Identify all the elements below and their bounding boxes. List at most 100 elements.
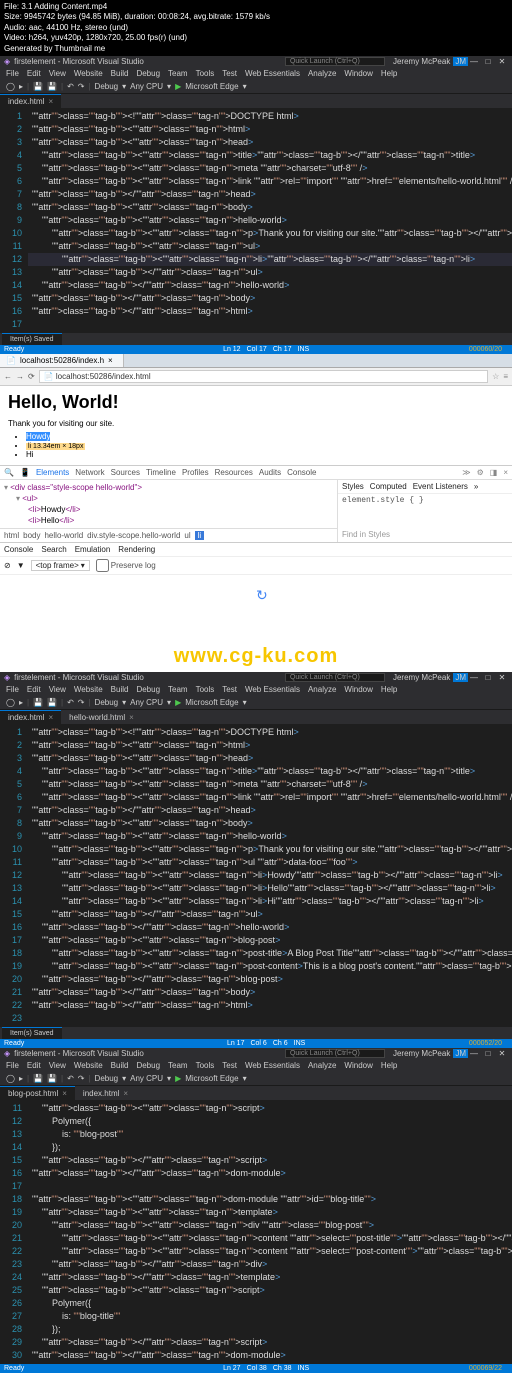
menu-icon[interactable]: ≡ xyxy=(503,372,508,381)
menu-file[interactable]: File xyxy=(6,69,19,78)
settings-icon[interactable]: ⚙ xyxy=(477,468,484,477)
quick-launch[interactable]: Quick Launch (Ctrl+Q) xyxy=(285,673,385,682)
browser-select[interactable]: Microsoft Edge xyxy=(185,82,238,91)
main-menu[interactable]: FileEditViewWebsiteBuildDebugTeamToolsTe… xyxy=(0,683,512,696)
nav-back-icon[interactable]: ◯ xyxy=(6,82,15,91)
save-icon[interactable]: 💾 xyxy=(33,698,43,707)
console-body[interactable]: ↻ xyxy=(0,575,512,635)
tab-close-icon[interactable]: × xyxy=(62,1089,67,1098)
tab-blog-post[interactable]: blog-post.html× xyxy=(0,1086,75,1100)
dt-tab-sources[interactable]: Sources xyxy=(111,468,140,477)
dt-tab-elements[interactable]: Elements xyxy=(36,468,69,477)
dt-tab-audits[interactable]: Audits xyxy=(259,468,281,477)
saveall-icon[interactable]: 💾 xyxy=(47,82,57,91)
output-tab-saved[interactable]: Item(s) Saved xyxy=(2,1027,62,1039)
dt-tab-resources[interactable]: Resources xyxy=(215,468,253,477)
computed-tab[interactable]: Computed xyxy=(370,482,407,491)
tab-close-icon[interactable]: × xyxy=(48,713,53,722)
fwd-icon[interactable]: → xyxy=(16,372,24,381)
close-icon[interactable]: ✕ xyxy=(496,673,508,682)
quick-launch[interactable]: Quick Launch (Ctrl+Q) xyxy=(285,57,385,66)
dt-tab-console[interactable]: Console xyxy=(287,468,316,477)
menu-view[interactable]: View xyxy=(49,69,66,78)
address-bar[interactable]: 📄 localhost:50286/index.html xyxy=(39,370,488,383)
saveall-icon[interactable]: 💾 xyxy=(47,698,57,707)
debug-config[interactable]: Debug xyxy=(95,82,119,91)
listeners-tab[interactable]: Event Listeners xyxy=(413,482,468,491)
maximize-icon[interactable]: □ xyxy=(482,1049,494,1058)
save-icon[interactable]: 💾 xyxy=(33,82,43,91)
output-tab-saved[interactable]: Item(s) Saved xyxy=(2,333,62,345)
tab-hello-world[interactable]: hello-world.html× xyxy=(61,710,142,724)
minimize-icon[interactable]: — xyxy=(468,57,480,66)
user-badge[interactable]: JM xyxy=(453,1049,468,1058)
menu-debug[interactable]: Debug xyxy=(136,69,160,78)
run-button[interactable]: ▶ xyxy=(175,82,181,91)
main-menu[interactable]: File Edit View Website Build Debug Team … xyxy=(0,67,512,80)
main-menu[interactable]: FileEditViewWebsiteBuildDebugTeamToolsTe… xyxy=(0,1059,512,1072)
close-icon[interactable]: ✕ xyxy=(496,1049,508,1058)
styles-filter[interactable]: Find in Styles xyxy=(337,528,512,542)
drawer-icon[interactable]: ≫ xyxy=(462,468,470,477)
redo-icon[interactable]: ↷ xyxy=(78,82,85,91)
code-editor[interactable]: index.html× hello-world.html× 1234567891… xyxy=(0,710,512,1027)
menu-webessentials[interactable]: Web Essentials xyxy=(245,69,300,78)
rendering-tab[interactable]: Rendering xyxy=(118,545,155,554)
tab-close-icon[interactable]: × xyxy=(108,356,113,365)
more-icon[interactable]: » xyxy=(474,482,478,491)
dom-tree[interactable]: ▾ <div class="style-scope hello-world"> … xyxy=(0,480,337,528)
nav-fwd-icon[interactable]: ▸ xyxy=(19,82,23,91)
undo-icon[interactable]: ↶ xyxy=(67,698,74,707)
menu-help[interactable]: Help xyxy=(381,69,397,78)
dt-tab-timeline[interactable]: Timeline xyxy=(146,468,176,477)
menu-window[interactable]: Window xyxy=(344,69,372,78)
undo-icon[interactable]: ↶ xyxy=(67,82,74,91)
bookmark-icon[interactable]: ☆ xyxy=(492,372,499,381)
code-editor[interactable]: blog-post.html× index.html× 111213141516… xyxy=(0,1086,512,1364)
user-name[interactable]: Jeremy McPeak xyxy=(393,57,450,66)
browser-tab[interactable]: 📄 localhost:50286/index.h × xyxy=(0,354,124,367)
menu-edit[interactable]: Edit xyxy=(27,69,41,78)
menu-test[interactable]: Test xyxy=(222,69,237,78)
reload-icon[interactable]: ⟳ xyxy=(28,372,35,381)
console-tab[interactable]: Console xyxy=(4,545,33,554)
minimize-icon[interactable]: — xyxy=(468,673,480,682)
clear-icon[interactable]: ⊘ xyxy=(4,561,11,570)
menu-build[interactable]: Build xyxy=(111,69,129,78)
tab-index-html[interactable]: index.html× xyxy=(0,710,61,724)
redo-icon[interactable]: ↷ xyxy=(78,698,85,707)
menu-analyze[interactable]: Analyze xyxy=(308,69,336,78)
back-icon[interactable]: ← xyxy=(4,372,12,381)
run-button[interactable]: ▶ xyxy=(175,698,181,707)
platform-config[interactable]: Any CPU xyxy=(130,82,163,91)
menu-website[interactable]: Website xyxy=(74,69,103,78)
nav-back-icon[interactable]: ◯ xyxy=(6,698,15,707)
user-badge[interactable]: JM xyxy=(453,57,468,66)
quick-launch[interactable]: Quick Launch (Ctrl+Q) xyxy=(285,1049,385,1058)
tab-index-html[interactable]: index.html× xyxy=(0,94,61,108)
user-name[interactable]: Jeremy McPeak xyxy=(393,1049,450,1058)
dt-tab-profiles[interactable]: Profiles xyxy=(182,468,209,477)
tab-close-icon[interactable]: × xyxy=(123,1089,128,1098)
tab-index-html[interactable]: index.html× xyxy=(75,1086,136,1100)
minimize-icon[interactable]: — xyxy=(468,1049,480,1058)
maximize-icon[interactable]: □ xyxy=(482,673,494,682)
user-name[interactable]: Jeremy McPeak xyxy=(393,673,450,682)
device-icon[interactable]: 📱 xyxy=(20,468,30,477)
maximize-icon[interactable]: □ xyxy=(482,57,494,66)
close-icon[interactable]: ✕ xyxy=(496,57,508,66)
code-editor[interactable]: index.html× 1234567891011121314151617""a… xyxy=(0,94,512,333)
user-badge[interactable]: JM xyxy=(453,673,468,682)
tab-close-icon[interactable]: × xyxy=(48,97,53,106)
inspect-icon[interactable]: 🔍 xyxy=(4,468,14,477)
menu-team[interactable]: Team xyxy=(168,69,188,78)
styles-tab[interactable]: Styles xyxy=(342,482,364,491)
styles-body[interactable]: element.style { } xyxy=(338,494,512,507)
dt-tab-network[interactable]: Network xyxy=(75,468,104,477)
breadcrumb[interactable]: html body hello-world div.style-scope.he… xyxy=(0,528,337,542)
dt-close-icon[interactable]: × xyxy=(503,468,508,477)
preserve-log-checkbox[interactable]: Preserve log xyxy=(96,559,156,572)
tab-close-icon[interactable]: × xyxy=(129,713,134,722)
dock-icon[interactable]: ◨ xyxy=(490,468,498,477)
filter-icon[interactable]: ▼ xyxy=(17,561,25,570)
